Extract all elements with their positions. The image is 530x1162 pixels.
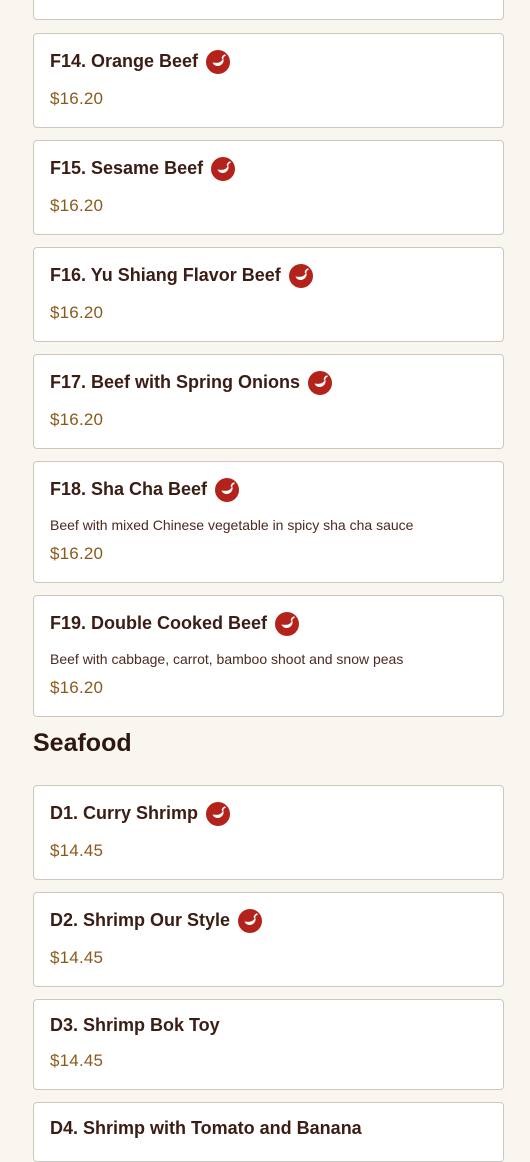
menu-item-card[interactable] xyxy=(33,0,504,20)
menu-item-card[interactable]: D1. Curry Shrimp $14.45 xyxy=(33,785,504,880)
item-title: D3. Shrimp Bok Toy xyxy=(50,1015,220,1036)
item-description: Beef with mixed Chinese vegetable in spi… xyxy=(50,517,414,533)
item-name: F17. Beef with Spring Onions xyxy=(50,371,301,392)
item-price: $16.20 xyxy=(50,678,104,697)
item-name: F15. Sesame Beef xyxy=(50,157,204,178)
menu-item-card[interactable]: F17. Beef with Spring Onions $16.20 xyxy=(33,354,504,449)
item-price: $14.45 xyxy=(50,948,104,967)
menu-item-card[interactable]: D2. Shrimp Our Style $14.45 xyxy=(33,892,504,987)
menu-item-card[interactable]: D4. Shrimp with Tomato and Banana xyxy=(33,1102,504,1162)
chili-pepper-icon xyxy=(238,909,263,933)
item-title: F17. Beef with Spring Onions xyxy=(50,370,333,395)
item-price: $16.20 xyxy=(50,303,104,322)
item-title: F19. Double Cooked Beef xyxy=(50,611,300,636)
item-title: F14. Orange Beef xyxy=(50,49,231,74)
chili-pepper-icon xyxy=(275,612,300,636)
item-name: D4. Shrimp with Tomato and Banana xyxy=(50,1118,362,1138)
chili-pepper-icon xyxy=(206,802,231,826)
item-price: $14.45 xyxy=(50,1051,104,1070)
item-name: D3. Shrimp Bok Toy xyxy=(50,1015,220,1035)
item-title: F16. Yu Shiang Flavor Beef xyxy=(50,263,313,288)
item-title: F15. Sesame Beef xyxy=(50,156,236,181)
item-price: $16.20 xyxy=(50,410,104,429)
item-name: F19. Double Cooked Beef xyxy=(50,612,268,633)
item-price: $16.20 xyxy=(50,544,104,563)
item-title: D2. Shrimp Our Style xyxy=(50,908,263,933)
menu-item-card[interactable]: F15. Sesame Beef $16.20 xyxy=(33,140,504,235)
item-name: F18. Sha Cha Beef xyxy=(50,478,208,499)
chili-pepper-icon xyxy=(206,50,231,74)
item-title: D1. Curry Shrimp xyxy=(50,801,231,826)
menu-item-card[interactable]: D3. Shrimp Bok Toy $14.45 xyxy=(33,999,504,1090)
menu-item-card[interactable]: F19. Double Cooked Beef Beef with cabbag… xyxy=(33,595,504,717)
menu-item-card[interactable]: F14. Orange Beef $16.20 xyxy=(33,33,504,128)
item-description: Beef with cabbage, carrot, bamboo shoot … xyxy=(50,651,404,667)
item-price: $14.45 xyxy=(50,841,104,860)
item-title: F18. Sha Cha Beef xyxy=(50,477,240,502)
item-name: F14. Orange Beef xyxy=(50,50,199,71)
item-name: D2. Shrimp Our Style xyxy=(50,909,231,930)
item-price: $16.20 xyxy=(50,196,104,215)
chili-pepper-icon xyxy=(215,478,240,502)
item-price: $16.20 xyxy=(50,89,104,108)
menu-item-card[interactable]: F18. Sha Cha Beef Beef with mixed Chines… xyxy=(33,461,504,583)
item-title: D4. Shrimp with Tomato and Banana xyxy=(50,1118,362,1139)
chili-pepper-icon xyxy=(308,371,333,395)
chili-pepper-icon xyxy=(211,157,236,181)
menu-item-card[interactable]: F16. Yu Shiang Flavor Beef $16.20 xyxy=(33,247,504,342)
section-title: Seafood xyxy=(33,729,132,757)
chili-pepper-icon xyxy=(288,264,313,288)
item-name: D1. Curry Shrimp xyxy=(50,802,199,823)
item-name: F16. Yu Shiang Flavor Beef xyxy=(50,264,281,285)
